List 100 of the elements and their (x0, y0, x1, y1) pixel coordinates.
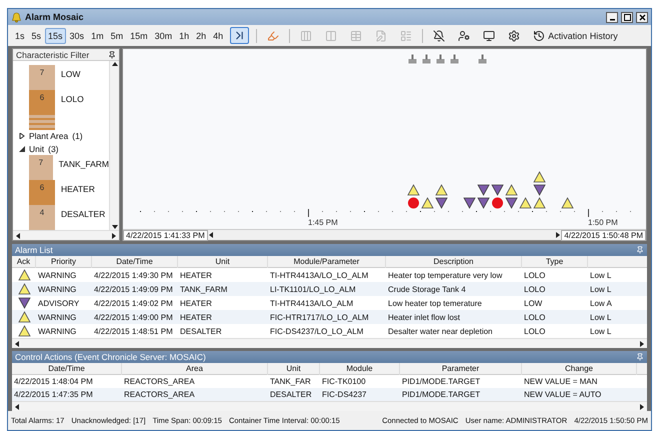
horizontal-scrollbar[interactable] (12, 338, 647, 348)
table-cell-text: Heater inlet flow lost (387, 312, 462, 322)
time-scale-button[interactable]: 30s (66, 28, 88, 44)
time-scale-button[interactable]: 2h (193, 28, 210, 44)
table-cell-text: PID1/MODE.TARGET (401, 390, 482, 399)
table-cell-text: LOLO (523, 284, 546, 294)
edit-icon (375, 30, 388, 42)
scroll-left-arrow[interactable] (14, 340, 20, 346)
time-scale-button[interactable]: 5s (28, 28, 44, 44)
table-cell-text: Low heater top temerature (387, 298, 483, 308)
table-cell-text: FIC-DS4237 (321, 390, 368, 399)
cluster-tag-icon[interactable] (436, 54, 445, 64)
scroll-right-arrow[interactable] (639, 340, 645, 346)
table-cell-text: 4/22/2015 1:49:02 PM (93, 298, 174, 308)
time-scale-button[interactable]: 4h (210, 28, 226, 44)
minimize-button[interactable] (606, 12, 618, 22)
table-cell-text: Crude Storage Tank 4 (387, 284, 467, 294)
vertical-scrollbar[interactable] (109, 61, 119, 230)
list-icon (400, 30, 412, 42)
jump-to-end-button[interactable] (230, 27, 250, 44)
filter-group-count: (3) (48, 144, 59, 154)
filter-value-label: HEATER (61, 183, 95, 194)
scroll-right-arrow[interactable] (111, 232, 117, 238)
table-cell-text: Low L (589, 284, 612, 294)
close-icon (638, 14, 646, 20)
horizontal-scrollbar[interactable] (12, 401, 647, 411)
split-icon (325, 30, 338, 42)
window-title: Alarm Mosaic (25, 12, 85, 22)
maximize-icon (624, 14, 630, 20)
time-scale-button[interactable]: 1s (12, 28, 28, 44)
cluster-tag-icon[interactable] (408, 54, 417, 64)
filter-group-label[interactable]: Unit (29, 144, 44, 154)
table-cell-text: WARNING (37, 270, 78, 280)
table-cell-text: TI-HTR4413A/LO_LO_ALM (269, 270, 370, 280)
settings-icon (508, 30, 520, 42)
axis-label: 1:45 PM (308, 218, 338, 227)
time-scale-button[interactable]: 15s (45, 28, 66, 44)
history-icon (533, 30, 546, 42)
horizontal-scrollbar[interactable] (13, 230, 119, 240)
table-cell-text: HEATER (179, 270, 213, 280)
user-icon (458, 30, 470, 42)
time-scale-button[interactable]: 15m (127, 28, 151, 44)
table-cell-text: FIC-HTR1717/LO_LO_ALM (269, 312, 370, 322)
monitor-icon (483, 30, 496, 42)
scroll-up-arrow[interactable] (112, 61, 118, 67)
table-cell-text: WARNING (37, 284, 78, 294)
cluster-tag-icon[interactable] (422, 54, 431, 64)
collapsed-arrow-icon[interactable] (19, 133, 25, 140)
table-cell-text: 4/22/2015 1:49:30 PM (93, 270, 174, 280)
filter-group-label[interactable]: Plant Area (29, 131, 68, 142)
scroll-left-arrow[interactable] (15, 232, 21, 238)
cluster-tag-icon[interactable] (450, 54, 459, 64)
table-cell-text: LOLO (523, 312, 546, 322)
activation-history-button[interactable]: Activation History (530, 27, 621, 44)
cluster-tag-icon[interactable] (478, 54, 487, 64)
table-cell-text: DESALTER (269, 390, 313, 399)
table-cell-text: WARNING (37, 326, 78, 336)
count-bar[interactable]: 6 (29, 90, 55, 115)
filter-value-label: DESALTER (61, 208, 106, 219)
table-cell-text: HEATER (179, 298, 213, 308)
table-cell-text: Low A (589, 298, 613, 308)
filter-group-count: (1) (72, 131, 83, 142)
table-cell-text: 4/22/2015 1:49:00 PM (93, 312, 174, 322)
scroll-down-arrow[interactable] (112, 224, 118, 230)
expanded-arrow-icon[interactable] (19, 146, 25, 152)
panel-title: Characteristic Filter (16, 50, 90, 60)
scroll-right-arrow[interactable] (555, 232, 562, 238)
start-time-field[interactable]: 4/22/2015 1:41:33 PM (123, 230, 208, 240)
panel-title: Control Actions (Event Chronicle Server: MOSAIC) (15, 352, 206, 362)
scroll-right-arrow[interactable] (639, 404, 645, 410)
table-cell-text: Desalter water near depletion (387, 326, 494, 336)
table-cell-text: 4/22/2015 1:48:04 PM (13, 377, 94, 386)
time-scale-button[interactable]: 1h (176, 28, 192, 44)
scroll-left-arrow[interactable] (14, 404, 20, 410)
time-scale-button[interactable]: 1m (88, 28, 107, 44)
table-icon (350, 30, 362, 42)
count-bar[interactable]: 6 (29, 180, 55, 205)
scroll-left-arrow[interactable] (208, 232, 214, 238)
table-cell-text: Low L (589, 270, 612, 280)
table-cell-text: FIC-DS4237/LO_LO_ALM (269, 326, 364, 336)
close-button[interactable] (636, 12, 648, 22)
end-time-field[interactable]: 4/22/2015 1:50:48 PM (561, 230, 646, 240)
count-bar[interactable]: 7 (29, 65, 55, 90)
count-bar[interactable]: 4 (29, 205, 55, 230)
table-cell-text: ADVISORY (37, 298, 80, 308)
maximize-button[interactable] (621, 12, 633, 22)
table-cell-text: PID1/MODE.TARGET (401, 377, 482, 386)
pin-icon[interactable] (108, 50, 116, 58)
time-scale-button[interactable]: 5m (108, 28, 126, 44)
table-cell-text: REACTORS_AREA (123, 390, 196, 399)
table-cell-text: 4/22/2015 1:48:51 PM (93, 326, 174, 336)
table-cell-text: NEW VALUE = AUTO (523, 390, 602, 399)
table-cell-text: Low L (589, 326, 612, 336)
count-bar[interactable]: 7 (29, 155, 53, 180)
columns-icon (300, 30, 312, 42)
table-cell-text: FIC-TK0100 (321, 377, 367, 386)
time-scale-button[interactable]: 30m (152, 28, 176, 44)
table-cell-text: WARNING (37, 312, 78, 322)
table-cell-text: TI-HTR4413A/LO_ALM (269, 298, 354, 308)
table-cell-text: TANK_FAR (269, 377, 312, 386)
